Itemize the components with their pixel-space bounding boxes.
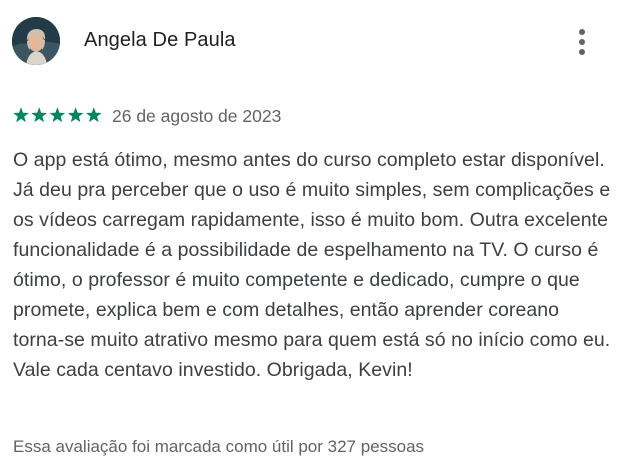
star-icon [49, 107, 66, 123]
star-rating [13, 107, 102, 123]
review-date: 26 de agosto de 2023 [112, 106, 282, 126]
star-icon [13, 107, 29, 123]
review-text: O app está ótimo, mesmo antes do curso c… [13, 149, 611, 381]
star-icon [86, 107, 102, 123]
reviewer-name: Angela De Paula [84, 29, 236, 51]
helpful-count-text: Essa avaliação foi marcada como útil por… [13, 437, 425, 456]
review-header: Angela De Paula [0, 0, 621, 84]
avatar-image [12, 17, 60, 65]
more-options-button[interactable] [566, 24, 598, 60]
more-vert-icon [579, 29, 585, 55]
avatar [12, 17, 60, 65]
star-icon [31, 107, 47, 123]
star-icon [67, 107, 84, 123]
